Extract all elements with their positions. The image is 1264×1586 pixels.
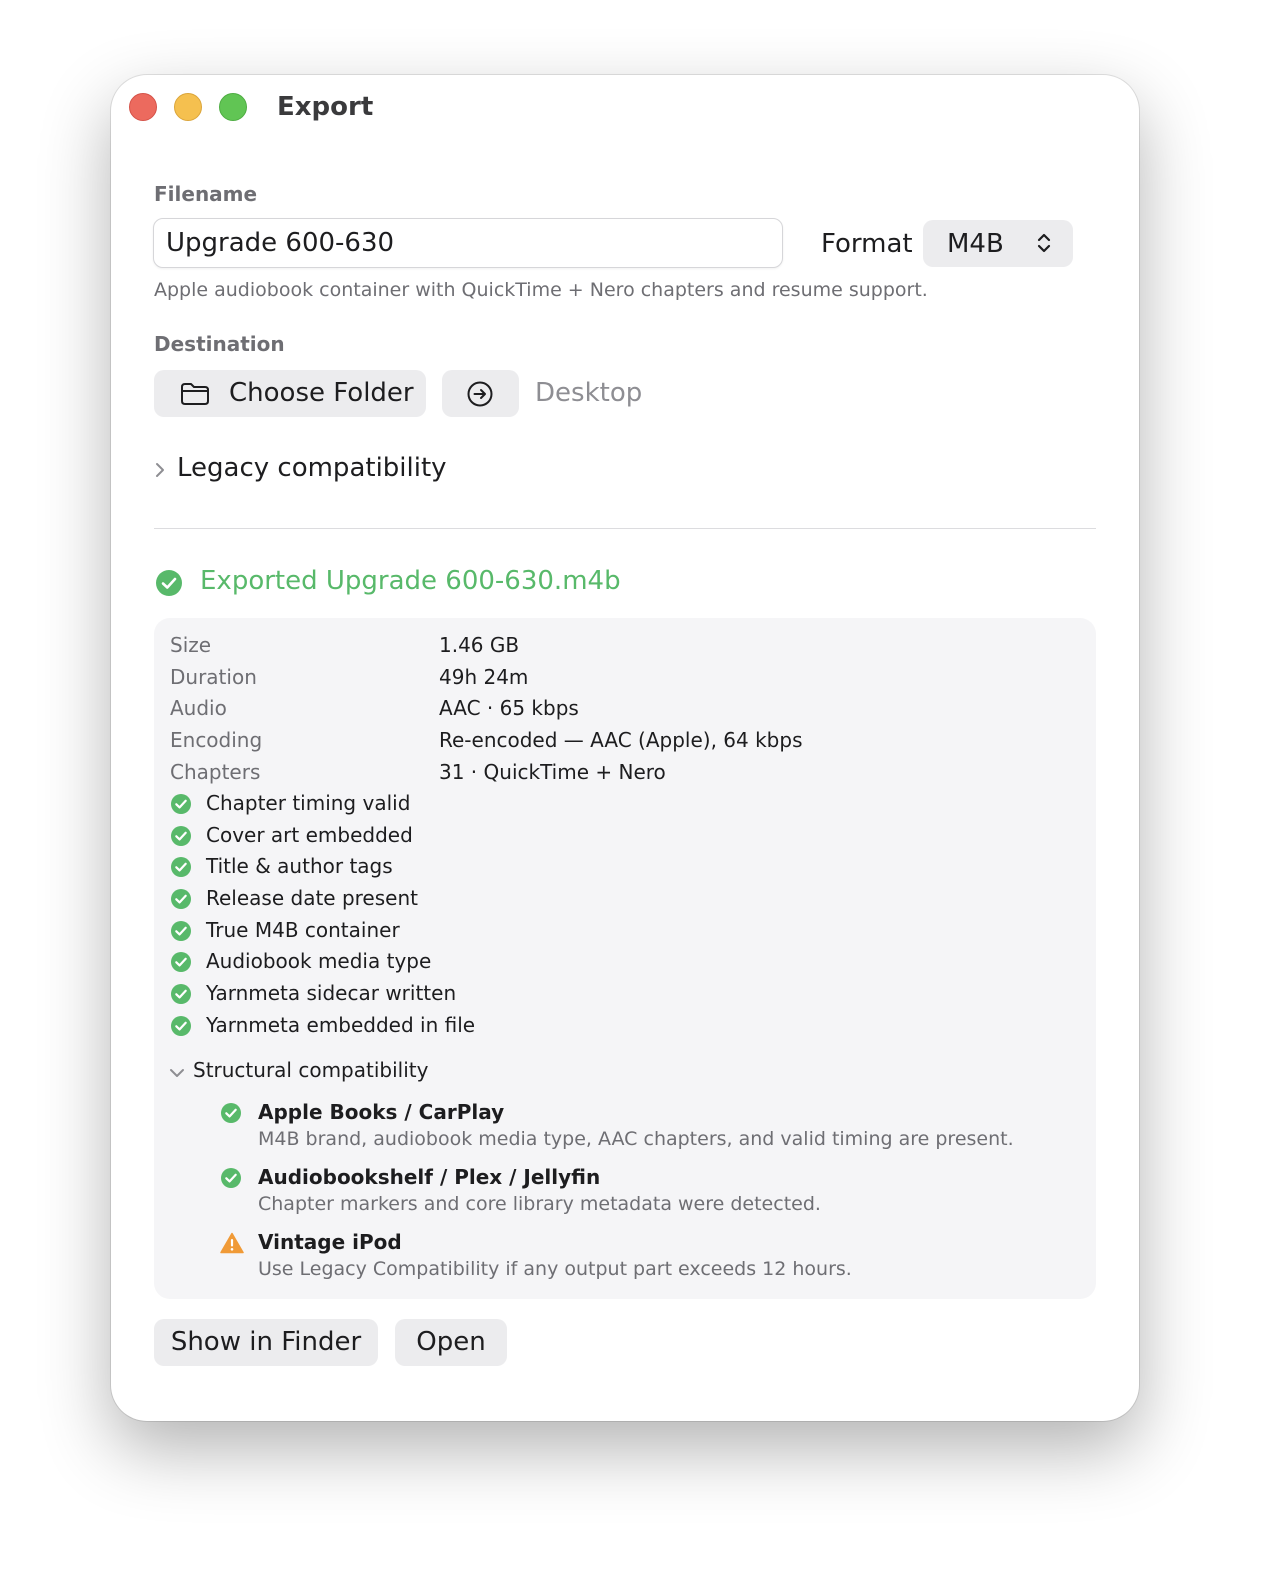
- check-label: Yarnmeta sidecar written: [206, 981, 457, 1005]
- chevron-right-icon: [154, 461, 166, 483]
- check-label: Yarnmeta embedded in file: [206, 1013, 476, 1037]
- detail-value: 49h 24m: [439, 665, 529, 689]
- detail-key: Duration: [170, 665, 257, 689]
- filename-field[interactable]: [153, 218, 783, 268]
- check-label: True M4B container: [206, 918, 400, 942]
- checkmark-circle-icon: [170, 1015, 192, 1042]
- detail-value: 1.46 GB: [439, 633, 520, 657]
- export-window: Export Filename Format M4B Apple audiobo…: [111, 75, 1139, 1421]
- check-label: Cover art embedded: [206, 823, 413, 847]
- destination-path: Desktop: [535, 378, 643, 408]
- warning-triangle-icon: [220, 1232, 244, 1258]
- compat-name: Apple Books / CarPlay: [258, 1100, 505, 1124]
- compat-description: Use Legacy Compatibility if any output p…: [258, 1258, 852, 1280]
- detail-value: Re-encoded — AAC (Apple), 64 kbps: [439, 728, 803, 752]
- arrow-circle-right-icon: [467, 381, 493, 414]
- checkmark-circle-icon: [170, 920, 192, 947]
- structural-compatibility-label: Structural compatibility: [193, 1058, 429, 1082]
- compat-description: M4B brand, audiobook media type, AAC cha…: [258, 1128, 1014, 1150]
- compat-name: Audiobookshelf / Plex / Jellyfin: [258, 1165, 601, 1189]
- legacy-compatibility-label: Legacy compatibility: [177, 453, 447, 483]
- folder-icon: [180, 382, 210, 413]
- zoom-window-button[interactable]: [219, 93, 247, 121]
- export-result-title: Exported Upgrade 600-630.m4b: [200, 566, 621, 596]
- detail-value: 31 · QuickTime + Nero: [439, 760, 666, 784]
- chevron-down-icon: [168, 1064, 186, 1083]
- choose-folder-button[interactable]: Choose Folder: [154, 370, 426, 417]
- updown-chevron-icon: [1037, 232, 1051, 258]
- detail-key: Audio: [170, 696, 227, 720]
- destination-label: Destination: [154, 332, 285, 356]
- detail-key: Size: [170, 633, 212, 657]
- compat-description: Chapter markers and core library metadat…: [258, 1193, 821, 1215]
- check-label: Audiobook media type: [206, 949, 432, 973]
- show-in-finder-button[interactable]: Show in Finder: [154, 1319, 378, 1366]
- checkmark-circle-icon: [155, 569, 183, 601]
- section-divider: [154, 528, 1096, 529]
- format-label: Format: [821, 229, 913, 259]
- detail-key: Encoding: [170, 728, 263, 752]
- checkmark-circle-icon: [170, 856, 192, 883]
- compat-name: Vintage iPod: [258, 1230, 402, 1254]
- reveal-destination-button[interactable]: [442, 370, 519, 417]
- checkmark-circle-icon: [220, 1167, 242, 1193]
- checkmark-circle-icon: [170, 825, 192, 852]
- checkmark-circle-icon: [170, 983, 192, 1010]
- close-window-button[interactable]: [129, 93, 157, 121]
- format-select[interactable]: M4B: [923, 220, 1073, 267]
- detail-key: Chapters: [170, 760, 261, 784]
- format-selected-value: M4B: [947, 229, 1004, 259]
- filename-input[interactable]: [154, 219, 782, 267]
- filename-label: Filename: [154, 182, 258, 206]
- format-hint: Apple audiobook container with QuickTime…: [154, 279, 928, 301]
- minimize-window-button[interactable]: [174, 93, 202, 121]
- window-title: Export: [277, 92, 374, 122]
- check-label: Release date present: [206, 886, 418, 910]
- check-label: Title & author tags: [206, 854, 393, 878]
- check-label: Chapter timing valid: [206, 791, 411, 815]
- open-button[interactable]: Open: [395, 1319, 507, 1366]
- checkmark-circle-icon: [170, 951, 192, 978]
- show-in-finder-label: Show in Finder: [170, 1327, 362, 1357]
- checkmark-circle-icon: [170, 888, 192, 915]
- detail-value: AAC · 65 kbps: [439, 696, 579, 720]
- open-label: Open: [416, 1327, 486, 1357]
- choose-folder-label: Choose Folder: [229, 378, 414, 408]
- export-details-panel: Size 1.46 GB Duration 49h 24m Audio AAC …: [154, 618, 1096, 1299]
- checkmark-circle-icon: [220, 1102, 242, 1128]
- checkmark-circle-icon: [170, 793, 192, 820]
